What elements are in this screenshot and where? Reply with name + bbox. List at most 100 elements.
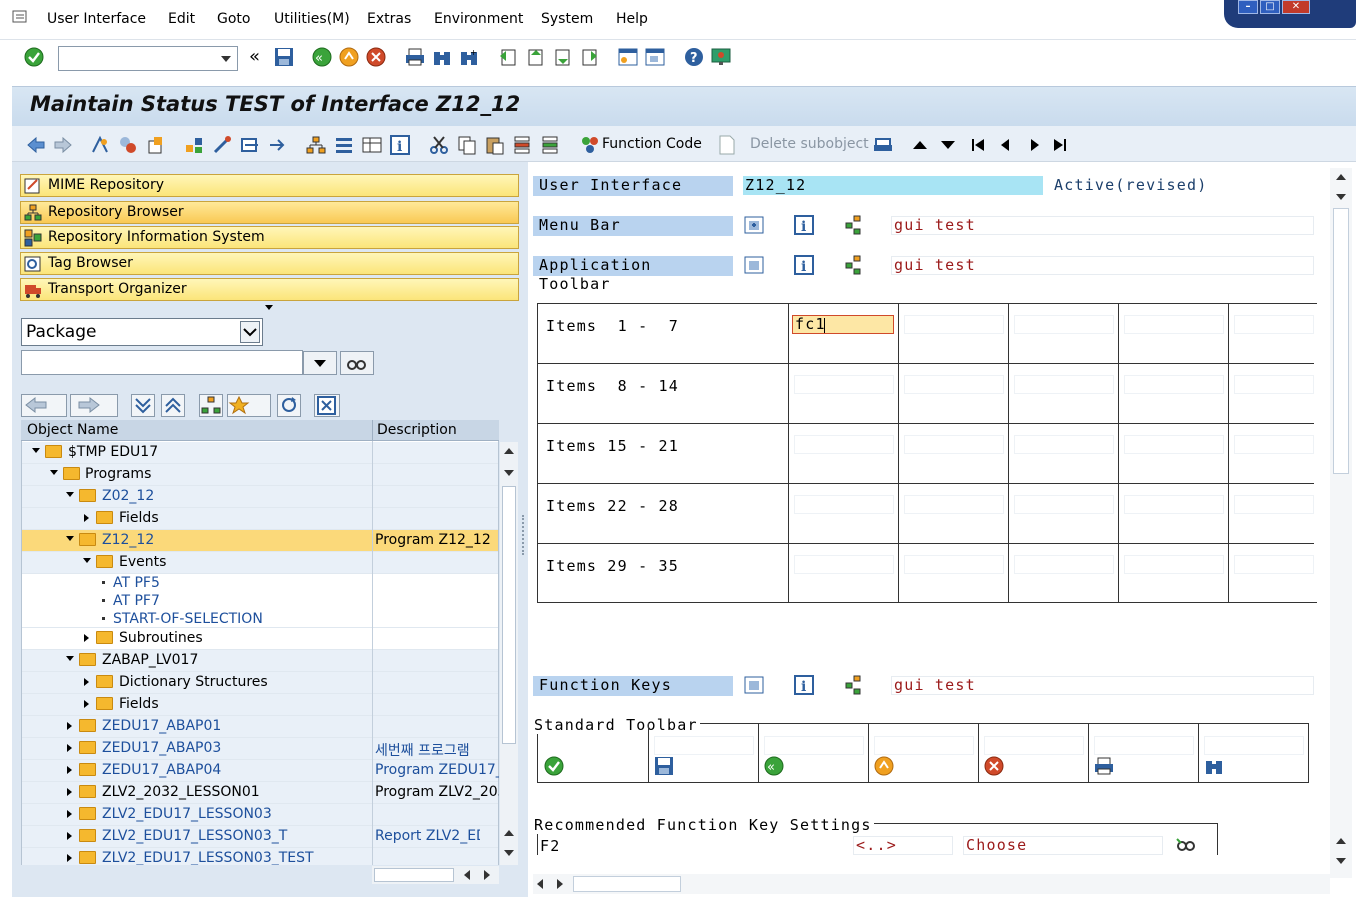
function-code-cell[interactable] [1014,555,1114,574]
collapse-node-icon[interactable] [32,448,40,453]
tree-row[interactable]: ZLV2_EDU17_LESSON03 [22,804,498,826]
insert-row-icon[interactable] [541,135,559,154]
scroll-down-arrow-icon[interactable] [504,850,514,856]
menu-utilities[interactable]: Utilities(M) [274,11,350,27]
tree-row[interactable]: Subroutines [22,628,498,650]
collapse-node-icon[interactable] [66,656,74,661]
cancel-icon[interactable] [984,756,1004,776]
function-code-cell[interactable] [1124,375,1224,394]
close-window-button[interactable]: ✕ [1282,0,1310,14]
find-icon[interactable] [432,47,450,65]
info-icon[interactable]: i [390,135,410,155]
tree-row[interactable]: Fields [22,508,498,530]
customize-layout-icon[interactable] [711,47,731,65]
sap-menu-icon[interactable] [12,9,30,27]
back-arrow-icon[interactable] [26,136,45,154]
save-icon[interactable] [654,756,673,775]
collapse-all-icon[interactable] [161,394,185,417]
command-field[interactable] [58,46,238,71]
function-code-cell[interactable] [1014,375,1114,394]
cancel-icon[interactable] [366,47,386,67]
app-toolbar-hierarchy-icon[interactable] [844,255,862,275]
collapse-node-icon[interactable] [66,536,74,541]
package-name-input[interactable] [21,350,374,375]
scroll-left-arrow-icon[interactable] [537,879,543,889]
expand-menu-bar-icon[interactable] [744,215,764,234]
tree-vertical-scrollbar[interactable] [500,442,518,865]
collapse-node-icon[interactable] [50,470,58,475]
menu-help[interactable]: Help [616,11,648,27]
display-glasses-icon[interactable] [340,351,374,375]
scroll-right-arrow-icon[interactable] [557,879,563,889]
tree-row[interactable]: ZLV2_2032_LESSON01 Program ZLV2_203 [22,782,499,804]
panel-options-icon[interactable] [265,305,273,310]
next-icon[interactable] [1026,137,1044,155]
menu-extras[interactable]: Extras [367,11,411,27]
print-icon[interactable] [405,47,424,66]
first-icon[interactable] [970,137,988,155]
collapse-node-icon[interactable] [83,558,91,563]
expand-node-icon[interactable] [67,810,72,818]
function-code-cell[interactable] [904,315,1004,334]
display-object-list-icon[interactable] [362,135,382,153]
print-icon[interactable] [1094,756,1113,775]
hierarchy-icon[interactable] [199,394,223,417]
tree-row[interactable]: Programs [22,464,498,486]
col-description[interactable]: Description [377,422,457,438]
function-code-cell[interactable] [794,495,894,514]
mime-repository-button[interactable]: MIME Repository [20,174,519,197]
scroll-thumb[interactable] [573,876,681,892]
expand-node-icon[interactable] [67,722,72,730]
tree-horizontal-scrollbar[interactable] [372,866,499,884]
expand-node-icon[interactable] [84,634,89,642]
function-code-cell[interactable] [1014,495,1114,514]
previous-page-icon[interactable] [525,47,543,66]
function-code-cell[interactable] [794,375,894,394]
menu-bar-hierarchy-icon[interactable] [844,215,862,235]
menu-bar-info-icon[interactable]: i [794,215,814,235]
delete-row-icon[interactable] [513,135,531,154]
exit-icon[interactable] [339,47,359,67]
last-page-icon[interactable] [579,47,597,66]
tree-row[interactable]: Z02_12 [22,486,498,508]
scroll-thumb[interactable] [374,868,454,882]
std-key-field[interactable] [1094,736,1194,755]
transport-organizer-button[interactable]: Transport Organizer [20,278,519,301]
function-code-cell[interactable] [1234,495,1314,514]
forward-arrow-icon[interactable] [53,136,72,154]
minimize-button[interactable]: – [1238,0,1258,14]
tree-row[interactable]: Fields [22,694,498,716]
tree-forward-button[interactable] [70,394,118,417]
delete-subobject-button[interactable]: Delete subobject [750,136,869,152]
tree-row[interactable]: $TMP EDU17 [22,442,498,464]
scroll-down-arrow-icon[interactable] [1336,194,1346,200]
scroll-up-arrow-icon[interactable] [1336,174,1346,180]
tree-row[interactable]: ZEDU17_ABAP01 [22,716,498,738]
previous-icon[interactable] [998,137,1016,155]
find-next-icon[interactable]: + [459,47,477,65]
favorites-icon[interactable] [227,394,271,417]
tree-row[interactable]: ZLV2_EDU17_LESSON03_T Report ZLV2_EDU1 [22,826,498,848]
scroll-up-arrow-icon[interactable] [504,448,514,454]
scroll-down-icon[interactable] [940,138,958,156]
function-code-cell[interactable] [794,555,894,574]
tree-row[interactable]: AT PF7 [22,592,498,610]
first-page-icon[interactable] [498,47,516,66]
std-key-field[interactable] [1204,736,1304,755]
enter-icon[interactable] [544,756,564,776]
choose-glasses-icon[interactable] [1175,835,1195,853]
std-key-field[interactable] [654,736,754,755]
help-icon[interactable]: ? [684,47,703,66]
back-icon[interactable]: « [312,47,332,67]
function-code-cell[interactable] [1124,495,1224,514]
next-page-icon[interactable] [552,47,570,66]
cut-icon[interactable] [429,135,448,154]
tag-browser-button[interactable]: Tag Browser [20,252,519,275]
active-inactive-icon[interactable] [146,135,164,154]
tree-row[interactable]: ZLV2_EDU17_LESSON03_TEST [22,848,498,865]
new-session-icon[interactable] [618,47,638,66]
tree-row[interactable]: ZABAP_LV017 [22,650,498,672]
chevron-down-icon[interactable] [221,56,231,62]
repository-browser-button[interactable]: Repository Browser [20,201,519,224]
paste-icon[interactable] [485,135,504,155]
